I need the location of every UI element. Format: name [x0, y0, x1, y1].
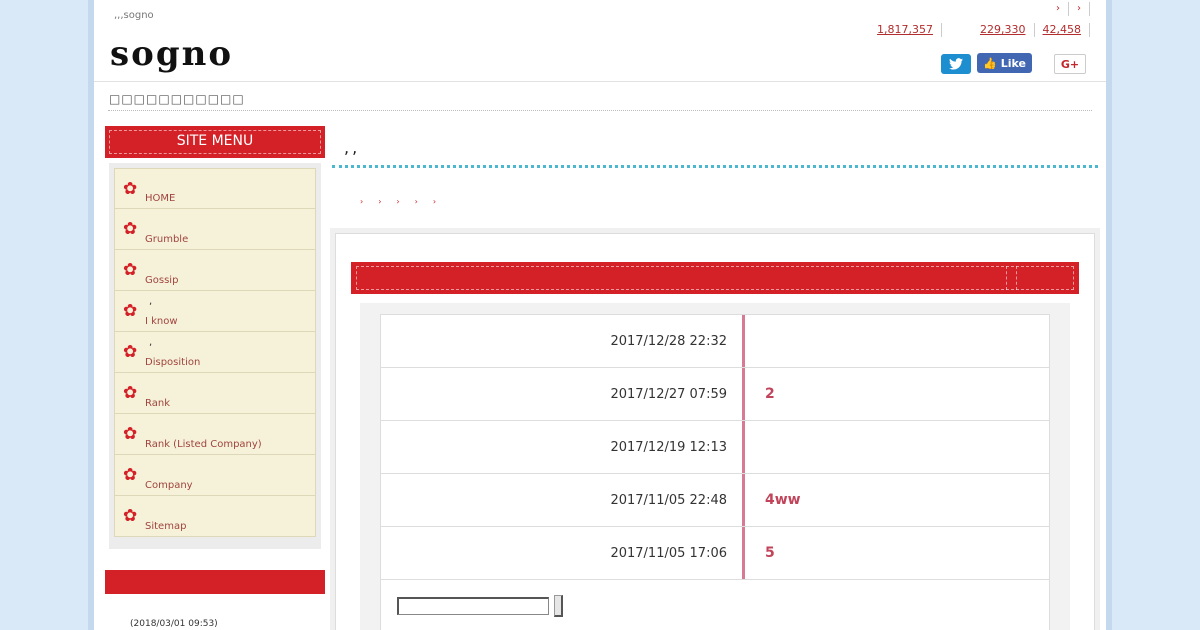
table-row[interactable]: 2017/11/05 17:06 5 [381, 527, 1049, 580]
sidebar-item-grumble[interactable]: ✿ Grumble [114, 209, 316, 250]
flower-icon: ✿ [123, 260, 138, 280]
top-link[interactable]: › [1048, 2, 1069, 16]
menu-item-label: Company [145, 480, 193, 491]
menu-item-label: Rank [145, 398, 170, 409]
crumb-link[interactable]: › [360, 197, 363, 206]
count-link[interactable]: 1,817,357 [869, 23, 942, 37]
top-links: › › [1048, 2, 1090, 16]
section-banner [351, 262, 1079, 294]
search-row [381, 580, 1049, 630]
crumb-trail: › › › › › [360, 197, 451, 206]
crumb-link[interactable]: › [433, 197, 436, 206]
breadcrumb-divider [108, 110, 1092, 111]
news-date: 2017/11/05 17:06 [381, 527, 745, 579]
table-row[interactable]: 2017/11/05 22:48 4ww [381, 474, 1049, 527]
table-row[interactable]: 2017/12/19 12:13 [381, 421, 1049, 474]
news-title[interactable]: 5 [745, 527, 1049, 579]
header-divider [94, 81, 1106, 82]
menu-item-label: Disposition [145, 357, 201, 368]
site-menu-heading: SITE MENU [105, 126, 325, 158]
content-box: 2017/12/28 22:32 2017/12/27 07:59 2 2017… [330, 228, 1100, 630]
thumbs-up-icon: 👍 [983, 56, 997, 70]
sidebar-item-sitemap[interactable]: ✿ Sitemap [114, 496, 316, 537]
table-row[interactable]: 2017/12/28 22:32 [381, 315, 1049, 368]
news-title[interactable] [745, 421, 1049, 473]
banner-divider [1006, 266, 1007, 290]
search-input[interactable] [397, 597, 549, 615]
breadcrumb: □□□□□□□□□□□ [109, 92, 245, 106]
news-title[interactable]: 2 [745, 368, 1049, 420]
news-date: 2017/11/05 22:48 [381, 474, 745, 526]
menu-item-label: Sitemap [145, 521, 187, 532]
news-date: 2017/12/19 12:13 [381, 421, 745, 473]
sidebar-item-home[interactable]: ✿ HOME [114, 168, 316, 209]
site-logo[interactable]: sogno [110, 34, 233, 74]
sidebar-item-rank-listed[interactable]: ✿ Rank (Listed Company) [114, 414, 316, 455]
news-title[interactable]: 4ww [745, 474, 1049, 526]
sidebar-item-company[interactable]: ✿ Company [114, 455, 316, 496]
count-link[interactable]: 229,330 [972, 23, 1035, 37]
table-row[interactable]: 2017/12/27 07:59 2 [381, 368, 1049, 421]
facebook-like-button[interactable]: 👍 Like [977, 53, 1032, 73]
sidebar-item-disposition[interactable]: ✿ , Disposition [114, 332, 316, 373]
menu-item-label: Rank (Listed Company) [145, 439, 262, 450]
crumb-link[interactable]: › [396, 197, 399, 206]
flower-icon: ✿ [123, 424, 138, 444]
twitter-button[interactable] [941, 54, 972, 74]
flower-icon: ✿ [123, 506, 138, 526]
recent-date: (2018/03/01 09:53) [130, 619, 218, 629]
flower-icon: ✿ [123, 179, 138, 199]
share-counts: 1,817,357 229,330 42,458 [869, 23, 1090, 37]
sidebar-item-gossip[interactable]: ✿ Gossip [114, 250, 316, 291]
flower-icon: ✿ [123, 219, 138, 239]
flower-icon: ✿ [123, 342, 138, 362]
menu-item-label: Grumble [145, 234, 189, 245]
site-tagline: ,,,sogno [114, 10, 154, 21]
social-buttons: 👍 Like G+ [941, 52, 1086, 74]
search-button[interactable] [554, 595, 563, 617]
sidebar-item-rank[interactable]: ✿ Rank [114, 373, 316, 414]
recent-heading [105, 570, 325, 594]
crumb-link[interactable]: › [378, 197, 381, 206]
menu-item-prefix: , [149, 337, 153, 348]
flower-icon: ✿ [123, 465, 138, 485]
flower-icon: ✿ [123, 383, 138, 403]
menu-item-label: Gossip [145, 275, 179, 286]
top-link[interactable]: › [1069, 2, 1090, 16]
news-table: 2017/12/28 22:32 2017/12/27 07:59 2 2017… [380, 314, 1050, 630]
count-link[interactable]: 42,458 [1035, 23, 1090, 37]
menu-item-prefix: , [149, 296, 153, 307]
page-container: ,,,sogno sogno › › 1,817,357 229,330 42,… [88, 0, 1112, 630]
twitter-bird-icon [949, 58, 964, 70]
flower-icon: ✿ [123, 301, 138, 321]
menu-item-label: I know [145, 316, 178, 327]
site-menu: ✿ HOME ✿ Grumble ✿ Gossip ✿ , I know ✿ ,… [109, 163, 321, 549]
news-title[interactable] [745, 315, 1049, 367]
menu-item-label: HOME [145, 193, 176, 204]
news-date: 2017/12/27 07:59 [381, 368, 745, 420]
like-label: Like [1000, 56, 1026, 70]
googleplus-button[interactable]: G+ [1054, 54, 1086, 74]
banner-divider [1016, 266, 1017, 290]
news-date: 2017/12/28 22:32 [381, 315, 745, 367]
title-divider [332, 165, 1098, 168]
content-panel: 2017/12/28 22:32 2017/12/27 07:59 2 2017… [335, 233, 1095, 630]
sidebar-item-i-know[interactable]: ✿ , I know [114, 291, 316, 332]
page-title: ,, [344, 138, 361, 157]
crumb-link[interactable]: › [415, 197, 418, 206]
